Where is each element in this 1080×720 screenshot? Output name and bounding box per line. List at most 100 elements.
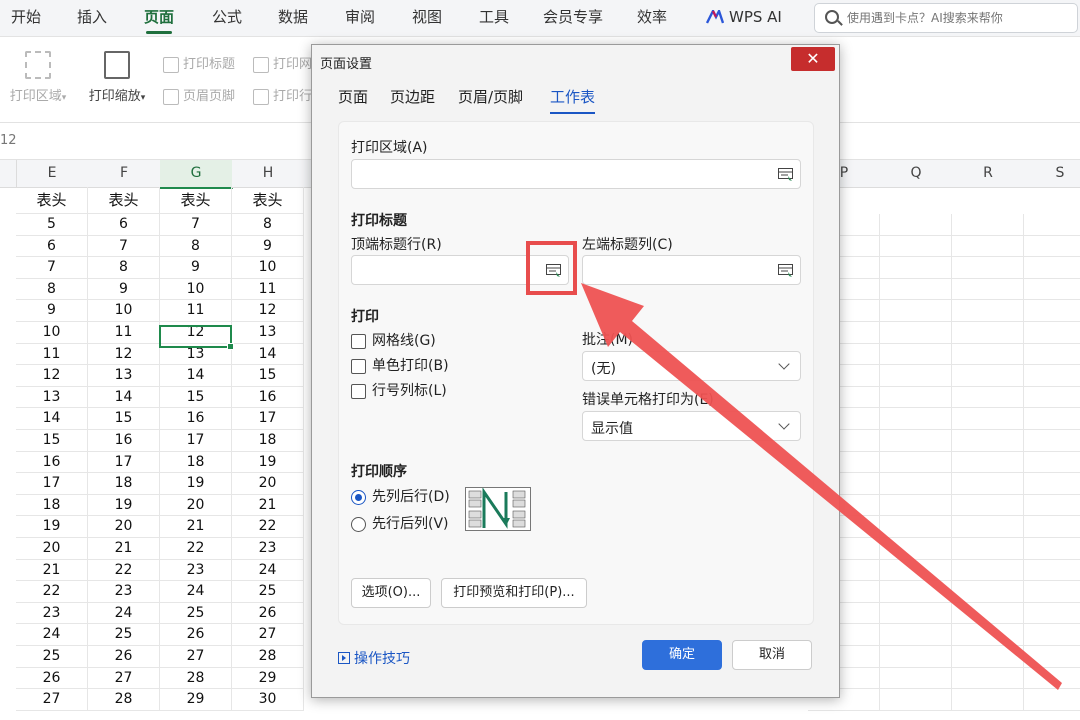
grid-cell-empty[interactable]: [880, 430, 952, 452]
grid-cell[interactable]: 21: [160, 516, 232, 538]
print-scale-button[interactable]: 打印缩放▾: [84, 51, 150, 104]
grid-cell[interactable]: 15: [232, 365, 304, 387]
gridlines-checkbox[interactable]: 网格线(G): [351, 330, 436, 350]
print-grid-checkbox[interactable]: 打印网: [253, 53, 312, 73]
grid-cell-empty[interactable]: [880, 581, 952, 603]
grid-cell[interactable]: 14: [160, 365, 232, 387]
grid-cell[interactable]: 25: [16, 646, 88, 668]
grid-cell[interactable]: 7: [88, 235, 160, 258]
grid-cell[interactable]: 20: [88, 516, 160, 538]
grid-cell-empty[interactable]: [880, 235, 952, 258]
grid-cell[interactable]: 8: [16, 278, 88, 301]
rowcol-headings-checkbox[interactable]: 行号列标(L): [351, 380, 447, 400]
grid-cell[interactable]: 14: [16, 408, 88, 430]
grid-cell-empty[interactable]: [952, 689, 1024, 711]
grid-cell-empty[interactable]: [952, 386, 1024, 409]
grid-cell[interactable]: 29: [160, 689, 232, 711]
grid-cell-empty[interactable]: [880, 451, 952, 474]
grid-cell-empty[interactable]: [1024, 387, 1080, 409]
grid-cell[interactable]: 14: [88, 386, 160, 409]
grid-cell-empty[interactable]: [1024, 214, 1080, 236]
grid-cell[interactable]: 22: [232, 516, 304, 538]
grid-cell-empty[interactable]: [1024, 624, 1080, 646]
grid-cell[interactable]: 9: [232, 235, 304, 258]
order-down-then-over-radio[interactable]: 先列后行(D): [351, 486, 450, 506]
grid-cell-empty[interactable]: [1024, 495, 1080, 517]
order-over-then-down-radio[interactable]: 先行后列(V): [351, 513, 449, 533]
grid-cell[interactable]: 19: [16, 516, 88, 538]
tab-header-footer[interactable]: 页眉/页脚: [458, 86, 523, 107]
grid-cell[interactable]: 19: [232, 451, 304, 474]
grid-cell-empty[interactable]: [952, 451, 1024, 474]
ok-button[interactable]: 确定: [642, 640, 722, 670]
grid-cell-empty[interactable]: [1024, 668, 1080, 690]
grid-cell[interactable]: 25: [160, 602, 232, 625]
grid-cell[interactable]: 22: [160, 538, 232, 560]
grid-cell[interactable]: 22: [16, 581, 88, 603]
grid-cell[interactable]: 9: [160, 257, 232, 279]
grid-cell[interactable]: 24: [232, 559, 304, 582]
grid-cell[interactable]: 16: [88, 430, 160, 452]
grid-cell-empty[interactable]: [952, 538, 1024, 560]
grid-cell-empty[interactable]: [952, 214, 1024, 236]
grid-cell-empty[interactable]: [1024, 236, 1080, 258]
grid-cell[interactable]: 28: [232, 646, 304, 668]
header-cell[interactable]: 表头: [232, 187, 304, 214]
grid-cell[interactable]: 18: [232, 430, 304, 452]
tab-page[interactable]: 页面: [338, 86, 368, 107]
header-cell[interactable]: 表头: [88, 187, 160, 214]
grid-cell[interactable]: 11: [232, 278, 304, 301]
grid-cell[interactable]: 16: [160, 408, 232, 430]
grid-cell-empty[interactable]: [1024, 646, 1080, 668]
grid-cell-empty[interactable]: [1024, 603, 1080, 625]
comments-select[interactable]: (无): [582, 351, 801, 381]
options-button[interactable]: 选项(O)...: [351, 578, 431, 608]
column-header-q[interactable]: Q: [880, 160, 953, 188]
grid-cell-empty[interactable]: [952, 322, 1024, 344]
grid-cell[interactable]: 13: [88, 365, 160, 387]
grid-cell[interactable]: 14: [232, 343, 304, 366]
grid-cell-empty[interactable]: [1024, 279, 1080, 301]
grid-cell[interactable]: 10: [232, 257, 304, 279]
grid-cell[interactable]: 28: [160, 667, 232, 690]
grid-cell-empty[interactable]: [1024, 344, 1080, 366]
search-input[interactable]: [845, 6, 1074, 30]
menu-data[interactable]: 数据: [278, 0, 308, 36]
grid-cell-empty[interactable]: [880, 602, 952, 625]
grid-cell[interactable]: 16: [16, 451, 88, 474]
grid-cell[interactable]: 17: [16, 473, 88, 495]
grid-cell-empty[interactable]: [1024, 365, 1080, 387]
left-cols-input[interactable]: [589, 260, 763, 282]
print-preview-button[interactable]: 打印预览和打印(P)...: [441, 578, 587, 608]
grid-cell[interactable]: 17: [232, 408, 304, 430]
grid-cell[interactable]: 19: [88, 494, 160, 517]
grid-cell[interactable]: 15: [160, 386, 232, 409]
grid-cell-empty[interactable]: [952, 235, 1024, 258]
menu-review[interactable]: 审阅: [345, 0, 375, 36]
grid-cell[interactable]: 20: [16, 538, 88, 560]
grid-cell[interactable]: 13: [232, 322, 304, 344]
grid-cell[interactable]: 8: [88, 257, 160, 279]
grid-cell-empty[interactable]: [880, 300, 952, 322]
grid-cell-empty[interactable]: [952, 430, 1024, 452]
menu-member[interactable]: 会员专享: [543, 0, 603, 36]
grid-cell[interactable]: 23: [16, 602, 88, 625]
menu-view[interactable]: 视图: [412, 0, 442, 36]
header-cell[interactable]: 表头: [16, 187, 88, 214]
menu-insert[interactable]: 插入: [77, 0, 107, 36]
dialog-titlebar[interactable]: 页面设置 ✕: [312, 45, 839, 77]
grid-cell-empty[interactable]: [880, 322, 952, 344]
top-rows-input[interactable]: [358, 260, 532, 282]
grid-cell[interactable]: 23: [88, 581, 160, 603]
grid-cell[interactable]: 12: [88, 343, 160, 366]
grid-cell-empty[interactable]: [1024, 560, 1080, 582]
grid-cell-empty[interactable]: [1024, 538, 1080, 560]
left-cols-range-picker-icon[interactable]: [778, 263, 794, 277]
grid-cell[interactable]: 24: [16, 624, 88, 646]
grid-cell[interactable]: 20: [232, 473, 304, 495]
grid-cell[interactable]: 7: [16, 257, 88, 279]
grid-cell[interactable]: 18: [88, 473, 160, 495]
print-area-input[interactable]: [358, 164, 762, 186]
grid-cell-empty[interactable]: [952, 581, 1024, 603]
mono-print-checkbox[interactable]: 单色打印(B): [351, 355, 449, 375]
